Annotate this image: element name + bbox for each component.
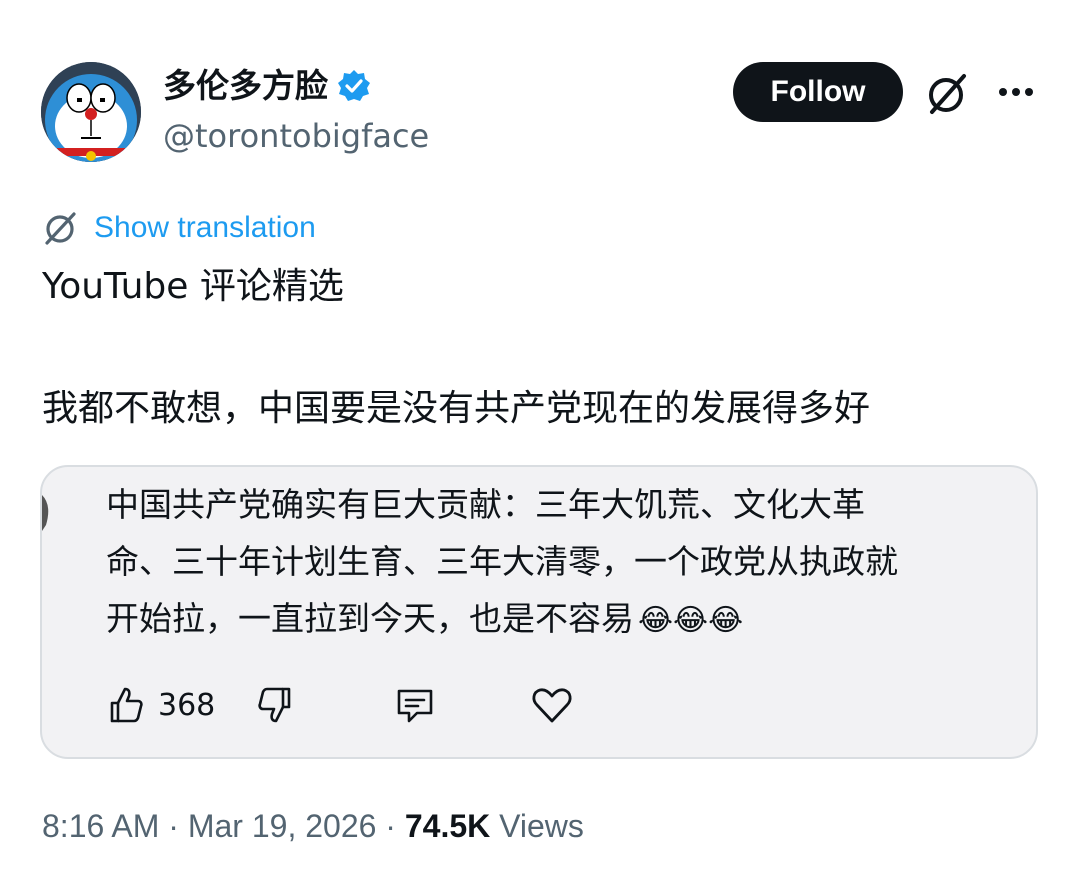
comment-text-line: 命、三十年计划生育、三年大清零，一个政党从执政就: [106, 542, 898, 581]
views-label: Views: [490, 808, 584, 844]
more-icon[interactable]: [994, 72, 1038, 112]
laughing-emoji: 😂😂😂: [638, 603, 744, 638]
comment-text: 开始拉，一直拉到今天，也是不容易: [106, 599, 634, 638]
post-time[interactable]: 8:16 AM: [42, 808, 159, 844]
show-translation-label[interactable]: Show translation: [94, 211, 316, 245]
post-text-line: 我都不敢想，中国要是没有共产党现在的发展得多好: [42, 388, 871, 429]
show-translation-link[interactable]: Show translation: [42, 206, 316, 250]
comment-text-line-with-emoji: 开始拉，一直拉到今天，也是不容易 😂😂😂: [106, 591, 743, 649]
comment-actions: 368: [106, 677, 574, 733]
post-date[interactable]: Mar 19, 2026: [188, 808, 377, 844]
meta-separator: ·: [159, 808, 188, 844]
heart-icon[interactable]: [530, 685, 574, 725]
verified-badge-icon: [336, 68, 372, 104]
views-count: 74.5K: [404, 808, 491, 844]
comment-text-line: 中国共产党确实有巨大贡献：三年大饥荒、文化大革: [106, 485, 865, 524]
thumbs-down-icon[interactable]: [255, 685, 295, 725]
thumbs-up-icon[interactable]: [106, 685, 146, 725]
author-display-name[interactable]: 多伦多方脸: [163, 66, 328, 106]
quoted-comment-card[interactable]: 中国共产党确实有巨大贡献：三年大饥荒、文化大革 命、三十年计划生育、三年大清零，…: [40, 465, 1038, 759]
author-handle[interactable]: @torontobigface: [163, 116, 429, 156]
post-text-line: YouTube 评论精选: [42, 266, 344, 307]
meta-separator: ·: [376, 808, 405, 844]
avatar[interactable]: [41, 62, 141, 162]
reply-icon[interactable]: [393, 685, 437, 725]
post-meta: 8:16 AM · Mar 19, 2026 · 74.5K Views: [42, 804, 584, 848]
grok-icon[interactable]: [924, 70, 972, 118]
follow-button[interactable]: Follow: [733, 62, 903, 122]
card-edge-decoration: [42, 485, 54, 545]
like-count: 368: [158, 687, 216, 723]
author-display-name-row[interactable]: 多伦多方脸: [163, 66, 372, 106]
translate-icon: [42, 209, 80, 247]
